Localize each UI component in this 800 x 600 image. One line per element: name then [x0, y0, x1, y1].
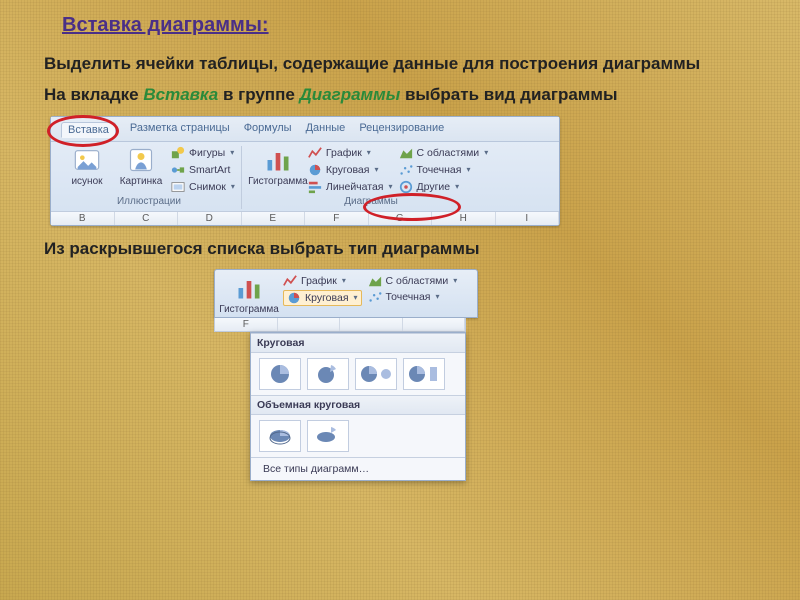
bar-of-pie-icon — [408, 363, 440, 385]
histogram-button[interactable]: Гистограмма — [254, 146, 302, 187]
instruction-step-1: Выделить ячейки таблицы, содержащие данн… — [44, 53, 756, 74]
chevron-down-icon: ▾ — [455, 182, 459, 191]
area-chart-button[interactable]: С областями▾ — [368, 274, 458, 288]
pie-chart-icon — [308, 163, 322, 177]
screenshot-icon — [171, 180, 185, 194]
tab-review[interactable]: Рецензирование — [359, 122, 444, 138]
keyword-insert: Вставка — [143, 85, 218, 104]
pie3d-exploded-icon — [315, 425, 341, 447]
pie-type-exploded[interactable] — [307, 358, 349, 390]
histogram-button[interactable]: Гистограмма — [221, 274, 277, 315]
ribbon-group-illustrations: исунок Картинка Фигуры▾ SmartArt Снимок▾… — [57, 146, 242, 209]
pie3d-type-basic[interactable] — [259, 420, 301, 452]
pie-type-basic[interactable] — [259, 358, 301, 390]
area-chart-icon — [368, 274, 382, 288]
chevron-down-icon: ▾ — [231, 182, 235, 191]
tab-formulas[interactable]: Формулы — [244, 122, 292, 138]
screenshot-button[interactable]: Снимок▾ — [171, 180, 235, 194]
bar-chart-icon — [264, 146, 292, 174]
line-chart-button[interactable]: График▾ — [283, 274, 362, 288]
clipart-button[interactable]: Картинка — [117, 146, 165, 187]
line-chart-button[interactable]: График▾ — [308, 146, 393, 160]
chevron-down-icon: ▾ — [342, 276, 346, 285]
line-chart-icon — [308, 146, 322, 160]
tab-data[interactable]: Данные — [306, 122, 346, 138]
bar-chart-button[interactable]: Линейчатая▾ — [308, 180, 393, 194]
chevron-down-icon: ▾ — [367, 148, 371, 157]
chevron-down-icon: ▾ — [484, 148, 488, 157]
pie3d-type-exploded[interactable] — [307, 420, 349, 452]
chevron-down-icon: ▾ — [354, 293, 358, 302]
instruction-step-2: На вкладке Вставка в группе Диаграммы вы… — [44, 84, 756, 105]
tab-page-layout[interactable]: Разметка страницы — [130, 122, 230, 138]
menu-section-2d-pie: Круговая — [251, 333, 465, 353]
pie-chart-type-menu: Круговая Объемная круговая Все типы диаг… — [250, 332, 466, 481]
chevron-down-icon: ▾ — [453, 276, 457, 285]
scatter-chart-icon — [399, 163, 413, 177]
area-chart-button[interactable]: С областями▾ — [399, 146, 489, 160]
chevron-down-icon: ▾ — [230, 148, 234, 157]
scatter-chart-button[interactable]: Точечная▾ — [368, 290, 458, 304]
chevron-down-icon: ▾ — [374, 165, 378, 174]
group-label-charts: Диаграммы — [344, 196, 398, 207]
pie-type-bar-of-pie[interactable] — [403, 358, 445, 390]
smartart-icon — [171, 163, 185, 177]
pie-chart-icon — [287, 291, 301, 305]
pie-basic-icon — [267, 363, 293, 385]
column-headers: F — [214, 318, 466, 332]
shapes-button[interactable]: Фигуры▾ — [171, 146, 235, 160]
instruction-step-3: Из раскрывшегося списка выбрать тип диаг… — [44, 238, 756, 259]
other-charts-icon — [399, 180, 413, 194]
pie-chart-button-selected[interactable]: Круговая▾ — [283, 290, 362, 306]
scatter-chart-button[interactable]: Точечная▾ — [399, 163, 489, 177]
pie-type-of-pie[interactable] — [355, 358, 397, 390]
smartart-button[interactable]: SmartArt — [171, 163, 235, 177]
shapes-icon — [171, 146, 185, 160]
bar-chart-icon — [235, 274, 263, 302]
column-headers: B C D E F G H I — [51, 211, 559, 225]
chevron-down-icon: ▾ — [388, 182, 392, 191]
picture-from-file-button[interactable]: исунок — [63, 146, 111, 187]
chevron-down-icon: ▾ — [466, 165, 470, 174]
all-chart-types-button[interactable]: Все типы диаграмм… — [251, 457, 465, 480]
excel-ribbon-screenshot: Вставка Разметка страницы Формулы Данные… — [50, 116, 560, 226]
tab-insert[interactable]: Вставка — [61, 122, 116, 138]
hbar-chart-icon — [308, 180, 322, 194]
pie-exploded-icon — [315, 363, 341, 385]
picture-icon — [73, 146, 101, 174]
area-chart-icon — [399, 146, 413, 160]
group-label-illustrations: Иллюстрации — [117, 196, 181, 207]
pie-of-pie-icon — [360, 363, 392, 385]
menu-section-3d-pie: Объемная круговая — [251, 395, 465, 415]
pie-chart-button[interactable]: Круговая▾ — [308, 163, 393, 177]
pie3d-basic-icon — [267, 425, 293, 447]
other-charts-button[interactable]: Другие▾ — [399, 180, 489, 194]
scatter-chart-icon — [368, 290, 382, 304]
chart-dropdown-screenshot: Гистограмма График▾ Круговая▾ С областям… — [214, 269, 756, 481]
line-chart-icon — [283, 274, 297, 288]
keyword-charts: Диаграммы — [300, 85, 401, 104]
ribbon-group-charts: Гистограмма График▾ Круговая▾ Линейчатая… — [248, 146, 494, 209]
chevron-down-icon: ▾ — [436, 292, 440, 301]
clipart-icon — [127, 146, 155, 174]
page-title: Вставка диаграммы: — [62, 14, 756, 37]
